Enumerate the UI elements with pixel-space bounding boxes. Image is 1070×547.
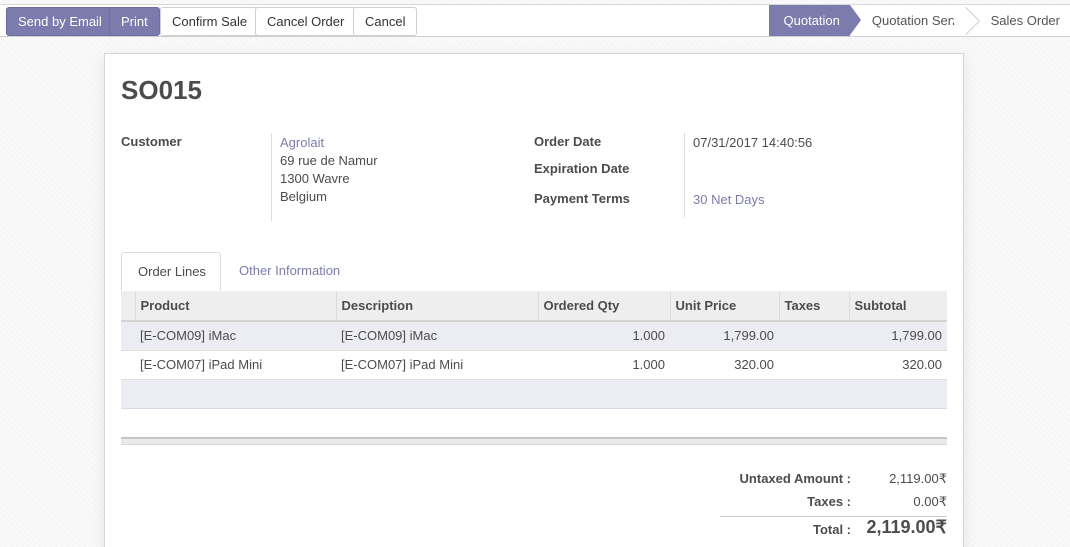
cell-subtotal: 1,799.00	[849, 321, 947, 351]
column-header-description[interactable]: Description	[335, 291, 538, 322]
order-lines-table: Product Description Ordered Qty Unit Pri…	[121, 291, 947, 409]
cell-subtotal: 320.00	[849, 350, 947, 380]
tab-order-lines[interactable]: Order Lines	[121, 252, 221, 291]
form-sheet: SO015 Customer Agrolait 69 rue de Namur …	[104, 53, 964, 547]
divider	[271, 133, 272, 221]
order-date-value[interactable]: 07/31/2017 14:40:56	[693, 134, 812, 152]
total-value: 2,119.00₹	[866, 517, 947, 537]
cancel-order-button[interactable]: Cancel Order	[255, 7, 357, 36]
tab-other-information[interactable]: Other Information	[223, 252, 356, 291]
divider	[684, 133, 685, 217]
cell-taxes[interactable]	[779, 321, 849, 351]
taxes-label: Taxes :	[807, 494, 851, 509]
table-row[interactable]: [E-COM09] iMac [E-COM09] iMac 1.000 1,79…	[121, 321, 947, 351]
cell-unit-price[interactable]: 1,799.00	[670, 321, 779, 351]
cell-ordered-qty[interactable]: 1.000	[538, 321, 670, 351]
customer-address-street: 69 rue de Namur	[280, 153, 378, 168]
confirm-sale-button[interactable]: Confirm Sale	[160, 7, 260, 36]
payment-terms-label: Payment Terms	[534, 191, 630, 206]
table-row[interactable]: [E-COM07] iPad Mini [E-COM07] iPad Mini …	[121, 350, 947, 380]
table-header-row: Product Description Ordered Qty Unit Pri…	[121, 291, 947, 322]
customer-address-city: 1300 Wavre	[280, 171, 350, 186]
row-handle	[121, 350, 135, 380]
table-footer	[121, 437, 947, 445]
column-header-taxes[interactable]: Taxes	[778, 291, 849, 322]
row-handle	[121, 321, 135, 351]
cancel-button[interactable]: Cancel	[353, 7, 418, 36]
stage-quotation[interactable]: Quotation	[768, 5, 862, 36]
column-header-unit-price[interactable]: Unit Price	[669, 291, 779, 322]
cell-description[interactable]: [E-COM07] iPad Mini	[336, 350, 538, 380]
customer-link[interactable]: Agrolait	[280, 134, 324, 152]
order-date-label: Order Date	[534, 134, 602, 149]
column-header-ordered-qty[interactable]: Ordered Qty	[537, 291, 670, 322]
cell-description[interactable]: [E-COM09] iMac	[336, 321, 538, 351]
customer-address-country: Belgium	[280, 189, 327, 204]
column-header-product[interactable]: Product	[134, 291, 336, 322]
cell-product[interactable]: [E-COM07] iPad Mini	[135, 350, 336, 380]
stage-sales-order[interactable]: Sales Order	[968, 5, 1070, 36]
print-button[interactable]: Print	[109, 7, 160, 36]
cell-taxes[interactable]	[779, 350, 849, 380]
empty-row[interactable]	[121, 379, 947, 409]
handle-column-header	[121, 291, 135, 322]
stage-quotation-sent[interactable]: Quotation Sent	[849, 5, 969, 36]
cell-product[interactable]: [E-COM09] iMac	[135, 321, 336, 351]
send-by-email-button[interactable]: Send by Email	[6, 7, 114, 36]
untaxed-amount-label: Untaxed Amount :	[739, 471, 851, 486]
payment-terms-link[interactable]: 30 Net Days	[693, 191, 765, 209]
expiration-date-label: Expiration Date	[534, 161, 630, 176]
column-header-subtotal[interactable]: Subtotal	[848, 291, 947, 322]
order-name: SO015	[121, 75, 202, 105]
stage-pipeline: Quotation Quotation Sent Sales Order	[768, 5, 1070, 36]
untaxed-amount-value: 2,119.00₹	[889, 471, 947, 486]
cell-unit-price[interactable]: 320.00	[670, 350, 779, 380]
cell-ordered-qty[interactable]: 1.000	[538, 350, 670, 380]
taxes-value: 0.00₹	[913, 494, 947, 509]
customer-label: Customer	[121, 134, 182, 149]
status-bar: Send by Email Print Confirm Sale Cancel …	[0, 4, 1070, 37]
